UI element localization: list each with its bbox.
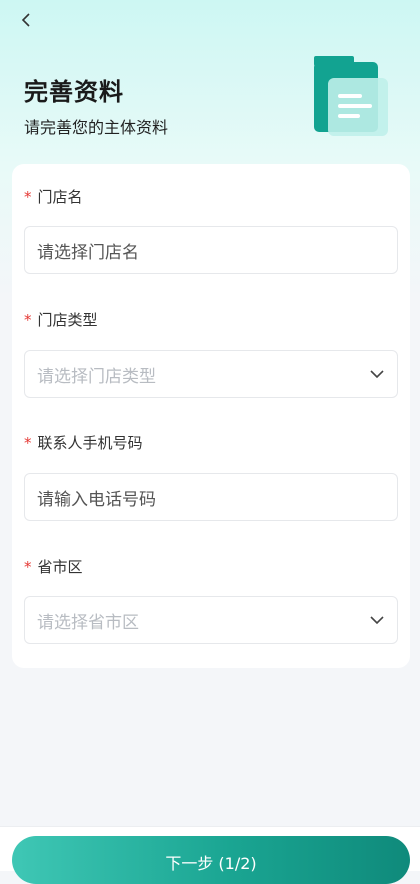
required-mark: * (24, 311, 32, 329)
document-list-icon (308, 52, 396, 142)
field-label-contact-phone: * 联系人手机号码 (24, 434, 143, 452)
field-label-store-name: * 门店名 (24, 188, 83, 206)
back-button[interactable] (12, 6, 40, 34)
required-mark: * (24, 558, 32, 576)
contact-phone-input[interactable]: 请输入电话号码 (24, 473, 398, 521)
field-label-region: * 省市区 (24, 558, 83, 576)
store-type-select[interactable]: 请选择门店类型 (24, 350, 398, 398)
profile-form-card: * 门店名 请选择门店名 * 门店类型 请选择门店类型 * 联系人手机号码 请输入电话… (12, 164, 410, 668)
chevron-down-icon (369, 366, 385, 382)
required-mark: * (24, 188, 32, 206)
required-mark: * (24, 434, 32, 452)
store-name-input[interactable]: 请选择门店名 (24, 226, 398, 274)
next-step-button[interactable]: 下一步 (1/2) (12, 836, 410, 884)
region-select[interactable]: 请选择省市区 (24, 596, 398, 644)
store-type-placeholder: 请选择门店类型 (37, 366, 156, 387)
page-title: 完善资料 (24, 78, 124, 106)
store-name-placeholder: 请选择门店名 (37, 242, 139, 263)
contact-phone-placeholder: 请输入电话号码 (37, 489, 156, 510)
chevron-down-icon (369, 612, 385, 628)
page-subtitle: 请完善您的主体资料 (24, 118, 169, 137)
back-arrow-icon (21, 13, 30, 27)
region-placeholder: 请选择省市区 (37, 612, 139, 633)
field-label-store-type: * 门店类型 (24, 311, 98, 329)
